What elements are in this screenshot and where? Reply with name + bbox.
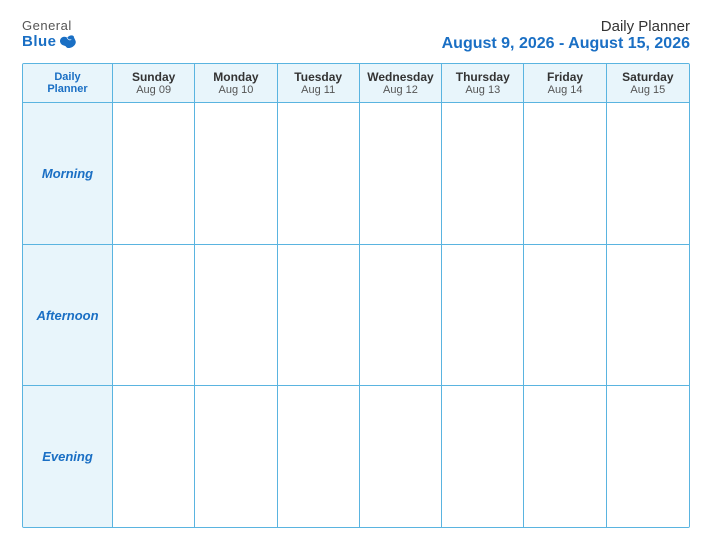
logo-blue-text: Blue [22, 33, 57, 50]
header-label-cell: Daily Planner [23, 64, 113, 102]
day-date: Aug 12 [383, 84, 418, 96]
logo: General Blue [22, 18, 77, 50]
calendar-row-afternoon: Afternoon [23, 245, 689, 387]
calendar-cell[interactable] [524, 386, 606, 527]
calendar-cell[interactable] [524, 103, 606, 244]
header-day-saturday: Saturday Aug 15 [607, 64, 689, 102]
calendar-cell[interactable] [113, 103, 195, 244]
row-label-morning: Morning [23, 103, 113, 244]
calendar-cell[interactable] [442, 103, 524, 244]
title-block: Daily Planner August 9, 2026 - August 15… [442, 18, 690, 53]
calendar-cell[interactable] [360, 103, 442, 244]
day-name: Wednesday [367, 70, 433, 84]
calendar-row-evening: Evening [23, 386, 689, 527]
day-date: Aug 15 [630, 84, 665, 96]
day-date: Aug 13 [465, 84, 500, 96]
calendar-cell[interactable] [113, 386, 195, 527]
header-label-bottom: Planner [47, 83, 87, 95]
day-date: Aug 11 [301, 84, 335, 96]
calendar-cell[interactable] [278, 103, 360, 244]
header: General Blue Daily Planner August 9, 202… [22, 18, 690, 53]
calendar-row-morning: Morning [23, 103, 689, 245]
calendar-cell[interactable] [442, 245, 524, 386]
day-name: Tuesday [294, 70, 342, 84]
calendar-body: MorningAfternoonEvening [23, 103, 689, 527]
calendar-cell[interactable] [360, 245, 442, 386]
calendar-cell[interactable] [442, 386, 524, 527]
day-name: Thursday [456, 70, 510, 84]
calendar-cell[interactable] [607, 386, 689, 527]
header-day-tuesday: Tuesday Aug 11 [278, 64, 360, 102]
calendar-cell[interactable] [360, 386, 442, 527]
row-label-afternoon: Afternoon [23, 245, 113, 386]
planner-date-range: August 9, 2026 - August 15, 2026 [442, 35, 690, 53]
calendar: Daily Planner Sunday Aug 09 Monday Aug 1… [22, 63, 690, 528]
calendar-cell[interactable] [607, 103, 689, 244]
header-day-friday: Friday Aug 14 [524, 64, 606, 102]
day-date: Aug 10 [218, 84, 253, 96]
planner-title: Daily Planner [442, 18, 690, 35]
calendar-cell[interactable] [278, 386, 360, 527]
calendar-cell[interactable] [195, 103, 277, 244]
calendar-cell[interactable] [278, 245, 360, 386]
header-label-top: Daily [54, 71, 80, 83]
day-date: Aug 14 [548, 84, 583, 96]
day-date: Aug 09 [136, 84, 171, 96]
header-day-monday: Monday Aug 10 [195, 64, 277, 102]
header-day-thursday: Thursday Aug 13 [442, 64, 524, 102]
page: General Blue Daily Planner August 9, 202… [6, 6, 706, 544]
row-label-evening: Evening [23, 386, 113, 527]
calendar-cell[interactable] [524, 245, 606, 386]
calendar-header-row: Daily Planner Sunday Aug 09 Monday Aug 1… [23, 64, 689, 103]
day-name: Friday [547, 70, 583, 84]
logo-blue: Blue [22, 33, 77, 50]
logo-bird-icon [59, 34, 77, 50]
header-day-sunday: Sunday Aug 09 [113, 64, 195, 102]
day-name: Sunday [132, 70, 175, 84]
calendar-cell[interactable] [113, 245, 195, 386]
calendar-cell[interactable] [195, 386, 277, 527]
logo-general: General [22, 18, 72, 33]
day-name: Saturday [622, 70, 673, 84]
calendar-cell[interactable] [195, 245, 277, 386]
header-day-wednesday: Wednesday Aug 12 [360, 64, 442, 102]
calendar-cell[interactable] [607, 245, 689, 386]
day-name: Monday [213, 70, 258, 84]
